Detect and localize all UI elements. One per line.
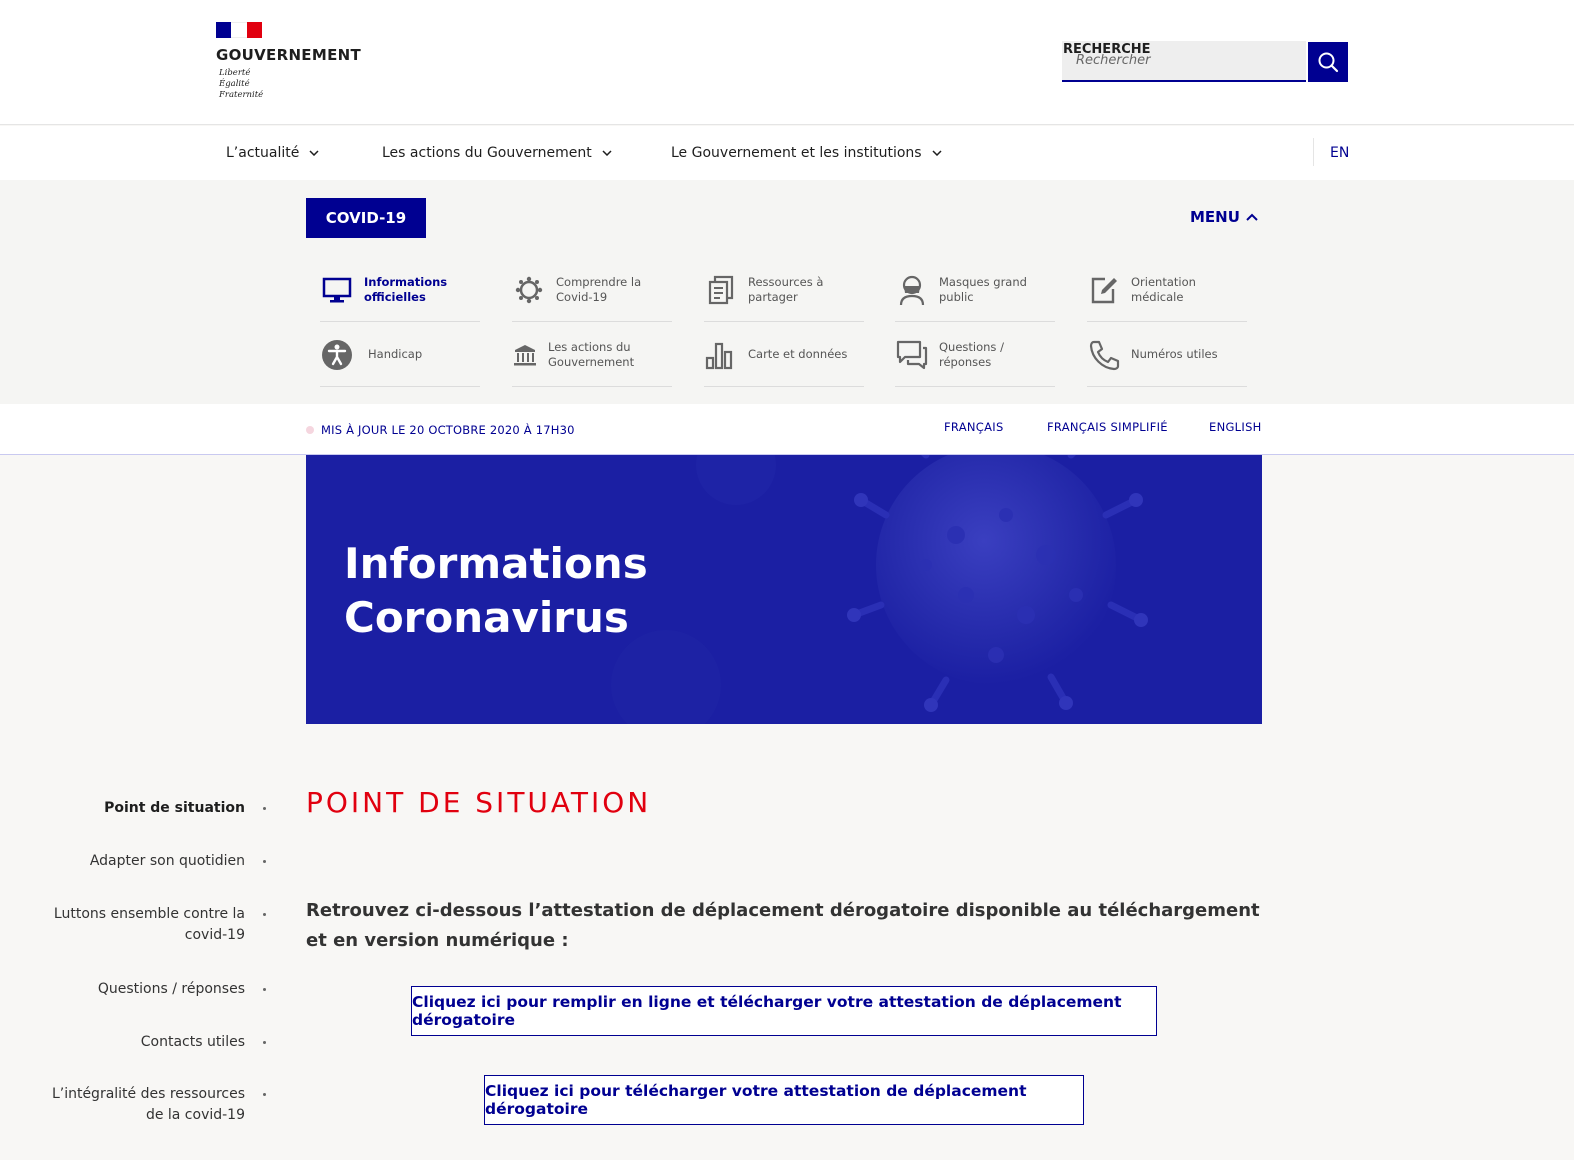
bullet: [263, 1041, 266, 1044]
virus-icon: [512, 273, 546, 307]
bullet: [263, 860, 266, 863]
french-flag-icon: [216, 22, 262, 38]
search-button[interactable]: [1308, 42, 1348, 82]
nav-item-actions[interactable]: Les actions du Gouvernement: [382, 126, 612, 180]
documents-icon: [704, 273, 738, 307]
site-header: GOUVERNEMENT Liberté Égalité Fraternité …: [0, 0, 1574, 125]
nav-item-institutions[interactable]: Le Gouvernement et les institutions: [671, 126, 942, 180]
tile-informations-officielles[interactable]: Informations officielles: [320, 258, 480, 322]
nav-divider: [1313, 138, 1314, 166]
section-title: POINT DE SITUATION: [306, 786, 652, 819]
hero-banner: Informations Coronavirus: [306, 455, 1262, 724]
language-switch-en[interactable]: EN: [1330, 126, 1349, 180]
tile-comprendre-covid[interactable]: Comprendre la Covid-19: [512, 258, 672, 322]
gov-name: GOUVERNEMENT: [216, 46, 362, 64]
mask-icon: [895, 273, 929, 307]
search-box: RECHERCHE: [1062, 41, 1306, 82]
phone-icon: [1087, 338, 1121, 372]
status-dot: [306, 426, 314, 434]
bullet: [263, 807, 266, 810]
covid-tag[interactable]: COVID-19: [306, 198, 426, 238]
bullet: [263, 988, 266, 991]
side-item-luttons-ensemble[interactable]: Luttons ensemble contre la covid-19: [40, 904, 270, 946]
search-form: RECHERCHE: [1062, 41, 1348, 82]
lang-francais[interactable]: FRANÇAIS: [944, 420, 1004, 434]
tile-numeros-utiles[interactable]: Numéros utiles: [1087, 323, 1247, 387]
update-date: MIS À JOUR LE 20 OCTOBRE 2020 À 17H30: [321, 423, 575, 437]
bullet: [263, 913, 266, 916]
intro-text: Retrouvez ci-dessous l’attestation de dé…: [306, 900, 1260, 951]
side-item-point-situation[interactable]: Point de situation: [40, 798, 270, 819]
search-icon: [1318, 52, 1339, 73]
menu-toggle-button[interactable]: MENU: [1190, 208, 1258, 226]
government-logo[interactable]: GOUVERNEMENT Liberté Égalité Fraternité: [216, 22, 361, 101]
update-bar: MIS À JOUR LE 20 OCTOBRE 2020 À 17H30 FR…: [0, 404, 1574, 455]
lang-english[interactable]: ENGLISH: [1209, 420, 1262, 434]
tile-orientation[interactable]: Orientation médicale: [1087, 258, 1247, 322]
tile-masques[interactable]: Masques grand public: [895, 258, 1055, 322]
accessibility-icon: [320, 338, 354, 372]
side-item-questions-reponses[interactable]: Questions / réponses: [40, 979, 270, 1000]
main-nav: L’actualité Les actions du Gouvernement …: [0, 126, 1574, 180]
bullet: [263, 1093, 266, 1096]
tile-carte-donnees[interactable]: Carte et données: [704, 323, 864, 387]
tile-actions-gouvernement[interactable]: Les actions du Gouvernement: [512, 323, 672, 387]
chevron-down-icon: [309, 150, 319, 156]
edit-note-icon: [1087, 273, 1121, 307]
chat-icon: [895, 338, 929, 372]
tile-ressources[interactable]: Ressources à partager: [704, 258, 864, 322]
hero-title: Informations Coronavirus: [344, 539, 648, 642]
side-item-adapter-quotidien[interactable]: Adapter son quotidien: [40, 851, 270, 872]
side-item-ressources[interactable]: L’intégralité des ressources de la covid…: [40, 1084, 270, 1126]
side-item-contacts-utiles[interactable]: Contacts utiles: [40, 1032, 270, 1053]
motto: Liberté Égalité Fraternité: [219, 68, 264, 100]
cta-fill-online-button[interactable]: Cliquez ici pour remplir en ligne et tél…: [411, 986, 1157, 1036]
chevron-down-icon: [602, 150, 612, 156]
bar-chart-icon: [704, 338, 738, 372]
institution-icon: [512, 338, 538, 372]
covid-menu: COVID-19 MENU Informations officielles C…: [0, 180, 1574, 404]
nav-item-actualite[interactable]: L’actualité: [226, 126, 319, 180]
lang-francais-simplifie[interactable]: FRANÇAIS SIMPLIFIÉ: [1047, 420, 1168, 434]
chevron-up-icon: [1246, 213, 1258, 221]
cta-download-button[interactable]: Cliquez ici pour télécharger votre attes…: [484, 1075, 1084, 1125]
search-input[interactable]: [1076, 53, 1296, 68]
chevron-down-icon: [932, 150, 942, 156]
tile-questions-reponses[interactable]: Questions / réponses: [895, 323, 1055, 387]
tile-handicap[interactable]: Handicap: [320, 323, 480, 387]
monitor-icon: [320, 273, 354, 307]
